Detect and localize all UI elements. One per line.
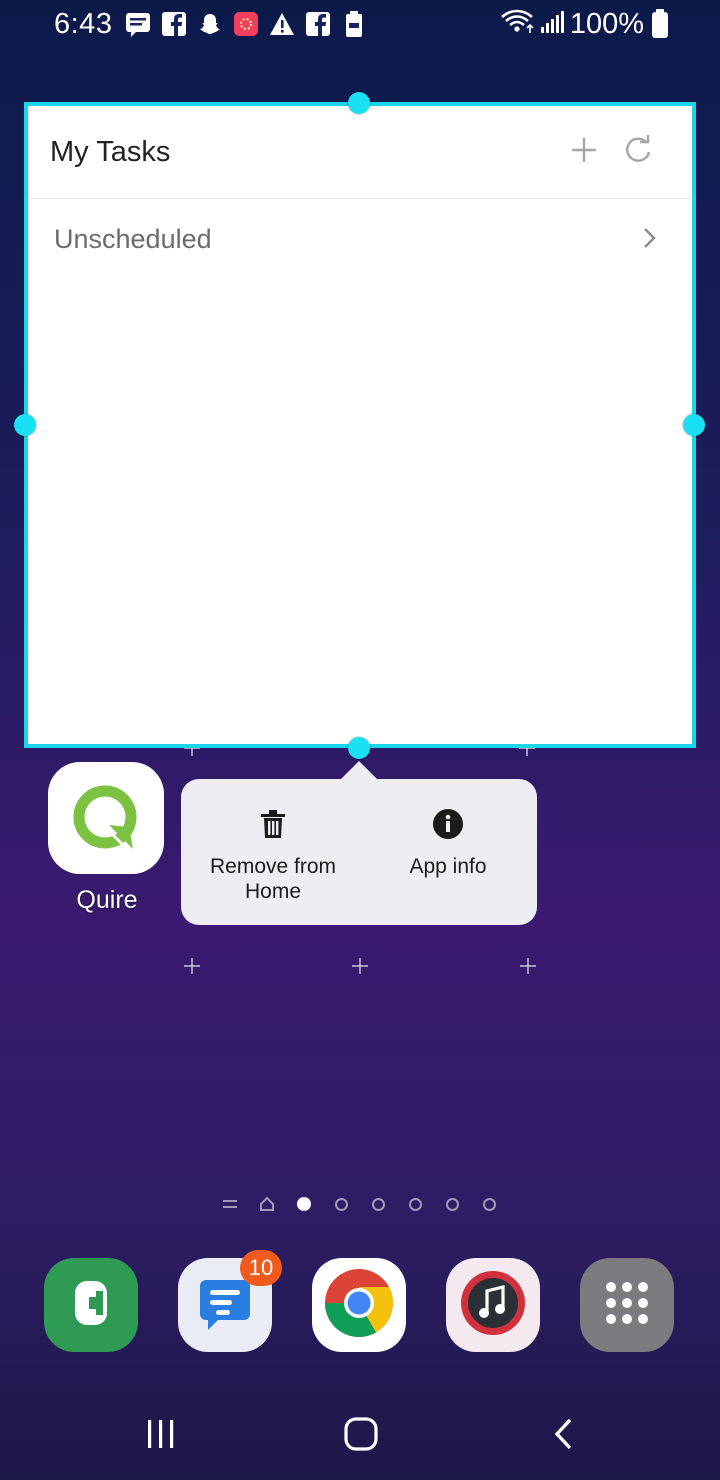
plus-icon[interactable] xyxy=(566,132,602,168)
page-home-icon xyxy=(259,1196,275,1212)
warning-icon xyxy=(268,10,296,38)
status-right: 100% xyxy=(500,8,668,41)
menu-item-label: App info xyxy=(409,855,487,878)
message-icon xyxy=(124,10,152,38)
page-dot xyxy=(333,1196,349,1212)
signal-icon xyxy=(540,9,564,40)
home-icon xyxy=(342,1415,380,1458)
page-dot xyxy=(481,1196,497,1212)
app-info-button[interactable]: App info xyxy=(367,779,529,925)
wifi-icon xyxy=(500,8,534,41)
back-icon xyxy=(549,1417,579,1456)
widget-header: My Tasks xyxy=(28,106,692,199)
page-menu-icon xyxy=(222,1196,238,1212)
quire-logo-icon xyxy=(48,762,164,874)
resize-handle-bottom[interactable] xyxy=(348,737,370,759)
notification-badge: 10 xyxy=(240,1250,282,1286)
app-label: Quire xyxy=(76,886,138,914)
recents-button[interactable] xyxy=(137,1412,185,1460)
grid-plus-mark xyxy=(352,958,368,974)
resize-handle-right[interactable] xyxy=(683,414,705,436)
menu-item-label: Remove from Home xyxy=(209,855,337,903)
facebook-icon xyxy=(304,10,332,38)
grid-plus-mark xyxy=(520,958,536,974)
resize-handle-left[interactable] xyxy=(14,414,36,436)
grid-plus-mark xyxy=(184,958,200,974)
remove-from-home-button[interactable]: Remove from Home xyxy=(189,779,357,925)
popup-arrow xyxy=(339,761,379,781)
context-menu: Remove from Home App info xyxy=(181,779,537,925)
navigation-bar xyxy=(0,1390,720,1480)
page-dot-active xyxy=(296,1196,312,1212)
status-time: 6:43 xyxy=(54,8,113,40)
phone-icon xyxy=(61,1273,121,1338)
app-quire[interactable]: Quire xyxy=(48,762,166,915)
refresh-icon[interactable] xyxy=(620,132,656,168)
snapchat-icon xyxy=(196,10,224,38)
page-indicator[interactable] xyxy=(222,1196,497,1212)
back-button[interactable] xyxy=(540,1412,588,1460)
dock: 10 xyxy=(44,1250,674,1352)
notification-icons xyxy=(124,10,368,38)
trash-icon xyxy=(256,807,290,841)
dock-app-music[interactable] xyxy=(446,1258,540,1352)
music-icon xyxy=(457,1267,529,1344)
widget-title: My Tasks xyxy=(50,136,171,168)
home-button[interactable] xyxy=(337,1412,385,1460)
battery-icon xyxy=(652,8,668,38)
info-icon xyxy=(431,807,465,841)
recents-icon xyxy=(144,1417,178,1456)
page-dot xyxy=(370,1196,386,1212)
dock-app-messages[interactable]: 10 xyxy=(178,1250,282,1352)
widget-row-unscheduled[interactable]: Unscheduled xyxy=(28,199,692,279)
page-dot xyxy=(444,1196,460,1212)
facebook-icon xyxy=(160,10,188,38)
apps-grid-icon xyxy=(601,1277,653,1334)
chrome-icon xyxy=(319,1263,399,1348)
dock-app-chrome[interactable] xyxy=(312,1258,406,1352)
dock-app-apps[interactable] xyxy=(580,1258,674,1352)
dock-app-phone[interactable] xyxy=(44,1258,138,1352)
battery-saver-icon xyxy=(340,10,368,38)
row-label: Unscheduled xyxy=(54,224,212,254)
status-bar: 6:43 100% xyxy=(0,0,720,50)
app-icon xyxy=(232,10,260,38)
my-tasks-widget[interactable]: My Tasks Unscheduled xyxy=(24,102,696,748)
page-dot xyxy=(407,1196,423,1212)
chevron-right-icon xyxy=(640,223,660,253)
resize-handle-top[interactable] xyxy=(348,92,370,114)
battery-percent: 100% xyxy=(569,8,644,40)
